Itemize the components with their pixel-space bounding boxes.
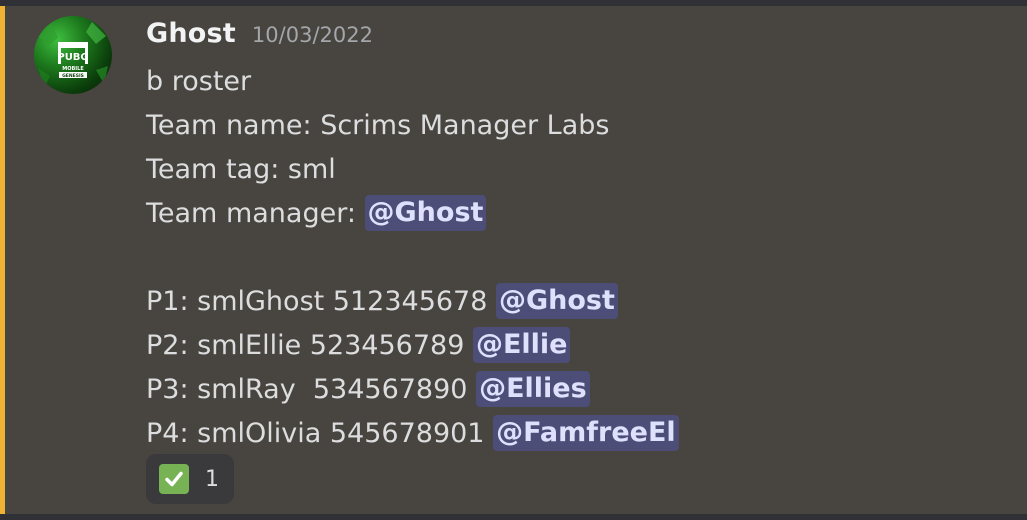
svg-text:GENESIS: GENESIS [62,73,84,79]
message-line: P2: smlEllie 523456789 @Ellie [146,324,1006,368]
chat-frame: PUBG MOBILE GENESIS Ghost 10/03/2022 b r… [0,0,1027,520]
message-header: Ghost 10/03/2022 [146,18,373,54]
mention-highlight-bar [0,6,5,514]
reaction-count: 1 [205,466,219,492]
line-text: P4: smlOlivia 545678901 [146,418,494,449]
line-text: P3: smlRay 534567890 [146,374,477,405]
message-content: b roster Team name: Scrims Manager Labs … [146,60,1006,456]
message-line: P3: smlRay 534567890 @Ellies [146,368,1006,412]
line-text: Team tag: sml [146,154,336,185]
line-text: Team name: Scrims Manager Labs [146,110,610,141]
user-mention[interactable]: @FamfreeEl [493,414,679,451]
user-mention[interactable]: @Ghost [364,194,487,231]
line-text: b roster [146,66,252,97]
message-line: Team name: Scrims Manager Labs [146,104,1006,148]
message-line: b roster [146,60,1006,104]
line-text: Team manager: [146,198,365,229]
chat-message[interactable]: PUBG MOBILE GENESIS Ghost 10/03/2022 b r… [0,6,1027,514]
message-line: Team tag: sml [146,148,1006,192]
message-line: P4: smlOlivia 545678901 @FamfreeEl [146,412,1006,456]
reaction-button[interactable]: 1 [146,454,234,504]
line-text: P2: smlEllie 523456789 [146,330,473,361]
divider [0,514,1027,520]
username[interactable]: Ghost [146,18,236,49]
svg-text:MOBILE: MOBILE [62,66,84,72]
message-line: P1: smlGhost 512345678 @Ghost [146,280,1006,324]
message-line: Team manager: @Ghost [146,192,1006,236]
avatar[interactable]: PUBG MOBILE GENESIS [34,16,112,94]
white-check-mark-icon [159,464,189,494]
user-mention[interactable]: @Ellie [472,326,571,363]
svg-text:PUBG: PUBG [57,52,88,63]
timestamp[interactable]: 10/03/2022 [252,23,373,47]
line-text: P1: smlGhost 512345678 [146,286,496,317]
user-mention[interactable]: @Ghost [496,282,618,319]
user-mention[interactable]: @Ellies [476,370,590,407]
pubg-mobile-logo-icon: PUBG MOBILE GENESIS [38,22,108,88]
